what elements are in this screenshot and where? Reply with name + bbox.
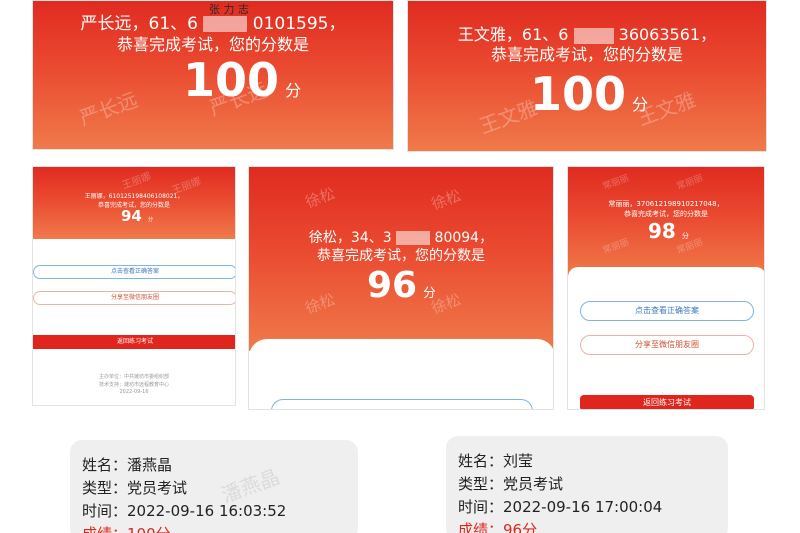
view-answers-button[interactable]: 点击查看正确答案 <box>33 265 235 279</box>
examinee-line: 常丽丽，370612198910217048， <box>608 200 724 208</box>
score-value: 98 分 <box>648 219 689 243</box>
score-value: 100 分 <box>183 53 302 107</box>
record-card-liu: 姓名：刘莹 类型：党员考试 时间：2022-09-16 17:00:04 成绩：… <box>446 436 728 533</box>
share-moments-button[interactable]: 分享至微信朋友圈 <box>580 335 754 355</box>
congrats-text: 恭喜完成考试，您的分数是 <box>624 210 708 218</box>
record-name: 姓名：刘莹 <box>458 452 534 470</box>
congrats-text: 恭喜完成考试，您的分数是 <box>490 45 683 64</box>
record-type: 类型：党员考试 <box>458 475 564 493</box>
record-card-pan: 潘燕晶 姓名：潘燕晶 类型：党员考试 时间：2022-09-16 16:03:5… <box>70 440 358 533</box>
result-screenshot-wang: 王文雅 王文雅 王文雅，61、6 36063561， 恭喜完成考试，您的分数是 … <box>407 0 767 152</box>
back-to-practice-button[interactable]: 返回练习考试 <box>33 335 235 349</box>
examinee-line: 王丽娜，610125198406108021， <box>84 193 184 200</box>
examinee-line: 徐松，34、3 80094， <box>308 230 494 246</box>
footer-organizer: 主办单位：中共潍坊市委组织部 <box>98 374 169 380</box>
share-moments-button[interactable]: 分享至微信朋友圈 <box>33 291 235 305</box>
footer-date: 2022-09-16 <box>119 389 149 395</box>
redacted-block <box>396 231 431 245</box>
score-value: 94 分 <box>121 207 154 225</box>
record-name: 姓名：潘燕晶 <box>82 456 173 474</box>
congrats-text: 恭喜完成考试，您的分数是 <box>116 35 309 54</box>
result-screenshot-chang: 常丽丽 常丽丽 常丽丽 常丽丽 常丽丽，370612198910217048， … <box>567 166 765 410</box>
redacted-block <box>203 16 248 32</box>
result-screenshot-yan: 严长远 严长远 严长远，61、6 0101595， 张 力 志 恭喜完成考试，您… <box>32 0 394 150</box>
result-screenshot-wangli: 王丽娜 王丽娜 王丽娜，610125198406108021， 恭喜完成考试，您… <box>32 166 236 406</box>
record-result: 成绩：96分 <box>458 521 538 533</box>
record-time: 时间：2022-09-16 17:00:04 <box>458 498 663 516</box>
view-answers-button-partial[interactable] <box>271 399 533 409</box>
handwriting-mark: 张 力 志 <box>209 3 249 16</box>
view-answers-button[interactable]: 点击查看正确答案 <box>580 301 754 321</box>
watermark: 严长远 <box>76 87 141 131</box>
footer-support: 技术支持：潍坊市远程教育中心 <box>98 382 169 388</box>
record-type: 类型：党员考试 <box>82 479 188 497</box>
result-screenshot-xu: 徐松 徐松 徐松 徐松 徐松，34、3 80094， 恭喜完成考试，您的分数是 … <box>248 166 554 410</box>
back-to-practice-button[interactable]: 返回练习考试 <box>580 395 754 409</box>
score-value: 100 分 <box>530 67 649 121</box>
record-result: 成绩：100分 <box>82 523 346 533</box>
record-time: 时间：2022-09-16 16:03:52 <box>82 502 287 520</box>
score-value: 96 分 <box>367 265 436 306</box>
congrats-text: 恭喜完成考试，您的分数是 <box>317 248 485 264</box>
